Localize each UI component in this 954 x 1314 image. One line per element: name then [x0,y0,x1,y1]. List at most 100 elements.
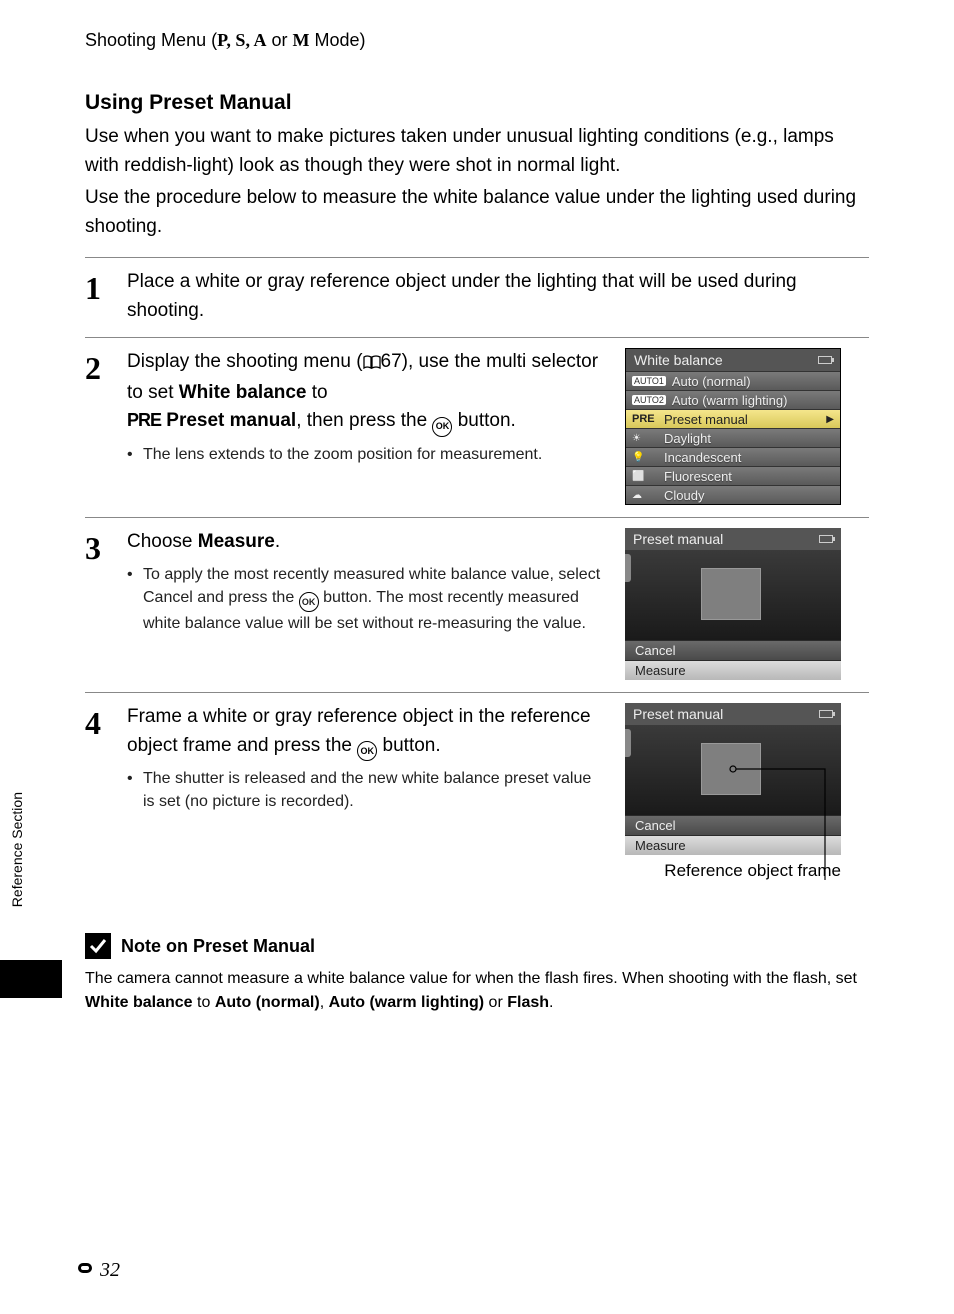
step-4: 4 Frame a white or gray reference object… [85,692,869,893]
ok-icon: OK [432,417,452,437]
t: Choose [127,531,198,552]
auto-icon: AUTO2 [632,395,666,405]
breadcrumb-prefix: Shooting Menu ( [85,30,217,50]
t: Auto (warm lighting) [329,994,485,1011]
reference-object-frame [701,743,761,795]
battery-icon [819,710,833,718]
lcd-title: White balance [626,349,840,371]
lcd-viewport [625,725,841,815]
t: White balance [85,994,193,1011]
t: Display the shooting menu ( [127,351,363,372]
wb-option-auto-normal: AUTO1 Auto (normal) [626,371,840,390]
pre-icon: PRE [127,410,161,430]
t: button. [452,410,515,431]
auto-icon: AUTO1 [632,376,666,386]
t: button. [377,735,440,756]
note-body: The camera cannot measure a white balanc… [85,967,869,1015]
step-number: 3 [85,528,127,564]
lcd-white-balance: White balance AUTO1 Auto (normal) AUTO2 Au… [625,348,841,505]
t: and press the [193,589,299,606]
t: . [549,994,553,1011]
chevron-right-icon: ▶ [826,414,834,425]
t: to [307,382,328,403]
section-heading: Using Preset Manual [85,91,869,115]
step-3-text: Choose Measure. [127,528,607,557]
white-balance-label: White balance [179,382,307,403]
lbl: Auto (warm lighting) [672,393,834,408]
step-4-text: Frame a white or gray reference object i… [127,703,607,761]
battery-icon [819,535,833,543]
step-3: 3 Choose Measure. To apply the most rece… [85,517,869,692]
link-icon [72,1260,98,1281]
t: The camera cannot measure a white balanc… [85,970,857,987]
measure-label: Measure [198,531,275,552]
t: Flash [507,994,549,1011]
wb-option-incandescent: 💡Incandescent [626,447,840,466]
t: . [275,531,280,552]
lcd-title-text: White balance [634,352,723,368]
lcd-preset-manual-frame: Preset manual Cancel Measure [625,703,841,855]
breadcrumb-modes: P, S, A [217,30,266,50]
breadcrumb-suffix: Mode) [309,30,365,50]
t: Auto (normal) [215,994,320,1011]
intro-para-1: Use when you want to make pictures taken… [85,123,869,180]
step-2-text: Display the shooting menu (67), use the … [127,348,607,437]
side-handle-icon [625,729,631,757]
lbl: Daylight [664,431,834,446]
step-number: 1 [85,268,127,304]
note-title: Note on Preset Manual [121,936,315,957]
lcd-measure-row: Measure [625,835,841,855]
wb-option-daylight: ☀Daylight [626,428,840,447]
t: to [193,994,215,1011]
sun-icon: ☀ [632,433,664,444]
lbl: Preset manual [664,412,826,427]
wb-option-cloudy: ☁Cloudy [626,485,840,504]
lcd-preset-manual-measure: Preset manual Cancel Measure [625,528,841,680]
side-tab-label: Reference Section [9,792,25,907]
fluorescent-icon: ⬜ [632,471,664,482]
step-4-bullet: The shutter is released and the new whit… [127,767,607,813]
lbl: Auto (normal) [672,374,834,389]
cloud-icon: ☁ [632,490,664,501]
ok-icon: OK [299,592,319,612]
breadcrumb-m: M [292,30,309,50]
step-1-text: Place a white or gray reference object u… [127,268,869,325]
book-icon [363,350,381,379]
lbl: Fluorescent [664,469,834,484]
note-check-icon [85,933,111,959]
page-footer: 32 [72,1259,120,1282]
lcd-viewport [625,550,841,640]
breadcrumb-or: or [266,30,292,50]
reference-object-frame-callout: Reference object frame [625,861,841,881]
side-tab: Reference Section [0,740,34,960]
lcd-title: Preset manual [625,528,841,550]
lcd-cancel-row: Cancel [625,815,841,835]
note-block: Note on Preset Manual The camera cannot … [85,933,869,1015]
cancel-label: Cancel [143,589,193,606]
side-black-tab [0,960,62,998]
pre-icon: PRE [632,413,664,425]
step-2: 2 Display the shooting menu (67), use th… [85,337,869,517]
wb-option-auto-warm: AUTO2 Auto (warm lighting) [626,390,840,409]
step-number: 4 [85,703,127,739]
intro-para-2: Use the procedure below to measure the w… [85,184,869,241]
bulb-icon: 💡 [632,452,664,463]
t: , then press the [296,410,432,431]
step-1: 1 Place a white or gray reference object… [85,257,869,337]
step-number: 2 [85,348,127,384]
side-handle-icon [625,554,631,582]
wb-option-fluorescent: ⬜Fluorescent [626,466,840,485]
page-number: 32 [100,1259,120,1282]
t: , [320,994,329,1011]
breadcrumb: Shooting Menu (P, S, A or M Mode) [85,30,869,51]
reference-box [701,568,761,620]
t: or [484,994,507,1011]
wb-option-preset-manual: PREPreset manual▶ [626,409,840,428]
lcd-title-text: Preset manual [633,531,723,547]
t: To apply the most recently measured whit… [143,566,600,583]
lbl: Incandescent [664,450,834,465]
lcd-title: Preset manual [625,703,841,725]
page-ref: 67 [381,351,402,372]
lbl: Cloudy [664,488,834,503]
preset-manual-label: Preset manual [161,410,296,431]
